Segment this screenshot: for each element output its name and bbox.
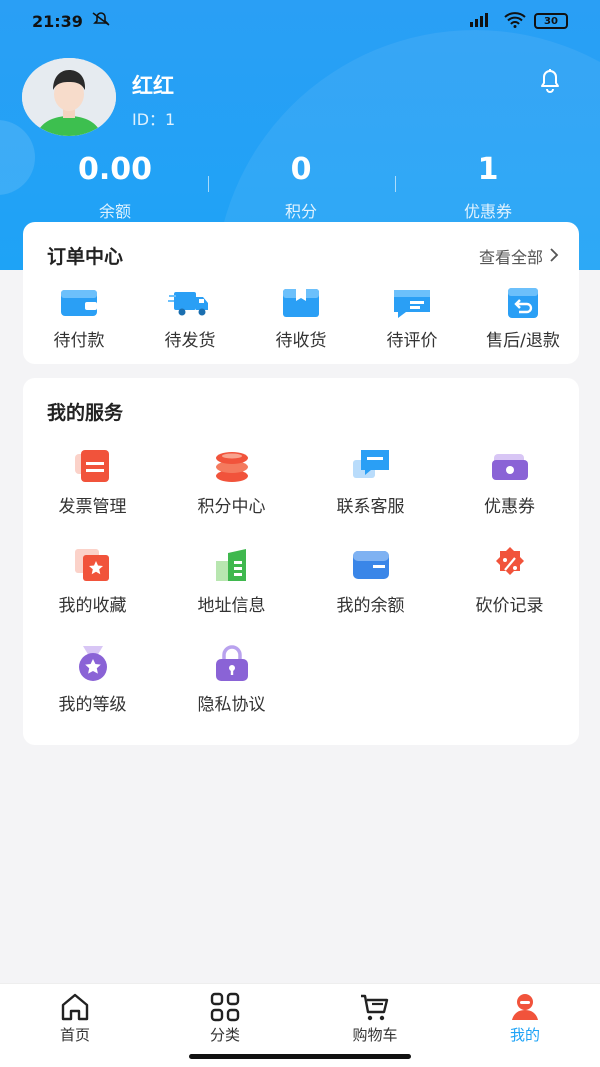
wifi-icon [504,11,526,31]
service-label: 砍价记录 [475,596,544,616]
stat-value: 0 [290,152,312,187]
home-indicator [189,1054,411,1059]
discount-badge-icon [488,545,532,585]
service-label: 发票管理 [58,497,127,517]
order-pending-shipment[interactable]: 待发货 [134,284,246,351]
service-label: 地址信息 [197,596,266,616]
medal-icon [71,644,115,684]
comment-icon [390,284,434,320]
stat-value: 0.00 [77,152,153,187]
signal-icon [468,12,496,30]
order-center-title: 订单中心 [47,246,124,268]
my-services-title: 我的服务 [47,402,124,424]
stat-coupons[interactable]: 1 优惠券 [388,150,588,222]
service-label: 我的收藏 [58,596,127,616]
service-contact-support[interactable]: 联系客服 [301,446,440,517]
return-icon [501,284,545,320]
truck-icon [168,284,212,320]
card-icon [349,545,393,585]
service-my-balance[interactable]: 我的余额 [301,545,440,616]
service-bargain-records[interactable]: 砍价记录 [440,545,579,616]
order-item-label: 待收货 [275,331,327,351]
chevron-right-icon [549,247,559,266]
service-label: 我的余额 [336,596,405,616]
box-icon [279,284,323,320]
favorite-icon [71,545,115,585]
service-privacy-agreement[interactable]: 隐私协议 [162,644,301,715]
grid-icon [209,992,241,1022]
service-my-favorites[interactable]: 我的收藏 [23,545,162,616]
my-services-card: 我的服务 发票管理 积分中心 联系客服 优惠券 我的收藏 地址信息 我的余额 砍… [23,378,579,745]
service-coupons[interactable]: 优惠券 [440,446,579,517]
tab-label: 分类 [209,1026,240,1044]
coins-icon [210,446,254,486]
account-stats: 0.00 余额 0 积分 1 优惠券 [0,150,600,222]
battery-indicator: 30 [534,13,568,29]
order-item-label: 待发货 [164,331,216,351]
stat-label: 优惠券 [463,202,512,221]
lock-icon [210,644,254,684]
stat-points[interactable]: 0 积分 [201,150,401,222]
order-center-card: 订单中心 查看全部 待付款 待发货 待收货 待评价 售后/退款 [23,222,579,364]
user-name: 红红 [132,74,174,98]
order-item-label: 待付款 [53,331,105,351]
service-invoice-management[interactable]: 发票管理 [23,446,162,517]
tab-category[interactable]: 分类 [150,992,300,1045]
stat-label: 积分 [284,202,317,221]
chat-icon [349,446,393,486]
tab-home[interactable]: 首页 [0,992,150,1045]
service-address-info[interactable]: 地址信息 [162,545,301,616]
service-points-center[interactable]: 积分中心 [162,446,301,517]
order-pending-review[interactable]: 待评价 [356,284,468,351]
tab-label: 我的 [509,1026,540,1044]
order-after-sales[interactable]: 售后/退款 [467,284,579,351]
service-label: 积分中心 [197,497,266,517]
stat-balance[interactable]: 0.00 余额 [15,150,215,222]
wallet-icon [57,284,101,320]
coupon-icon [488,446,532,486]
cart-icon [359,992,391,1022]
tab-label: 购物车 [352,1026,398,1044]
order-item-label: 售后/退款 [486,331,560,351]
stat-label: 余额 [98,202,131,221]
service-my-level[interactable]: 我的等级 [23,644,162,715]
see-all-label: 查看全部 [478,248,543,267]
service-label: 联系客服 [336,497,405,517]
status-time: 21:39 [32,11,83,31]
service-label: 优惠券 [484,497,535,517]
order-pending-payment[interactable]: 待付款 [23,284,135,351]
building-icon [210,545,254,585]
order-pending-receipt[interactable]: 待收货 [245,284,357,351]
see-all-orders-link[interactable]: 查看全部 [479,244,559,268]
avatar[interactable] [22,58,116,136]
user-id: ID：1 [132,110,176,129]
service-label: 隐私协议 [197,695,266,715]
stat-value: 1 [477,152,499,187]
silent-bell-icon [91,11,111,31]
invoice-icon [71,446,115,486]
tab-mine[interactable]: 我的 [450,992,600,1045]
tab-label: 首页 [59,1026,90,1044]
user-icon [509,992,541,1022]
tab-cart[interactable]: 购物车 [300,992,450,1045]
notification-bell-icon[interactable] [536,66,564,94]
order-item-label: 待评价 [386,331,438,351]
service-label: 我的等级 [58,695,127,715]
status-bar: 21:39 30 [0,0,600,42]
home-icon [59,992,91,1022]
